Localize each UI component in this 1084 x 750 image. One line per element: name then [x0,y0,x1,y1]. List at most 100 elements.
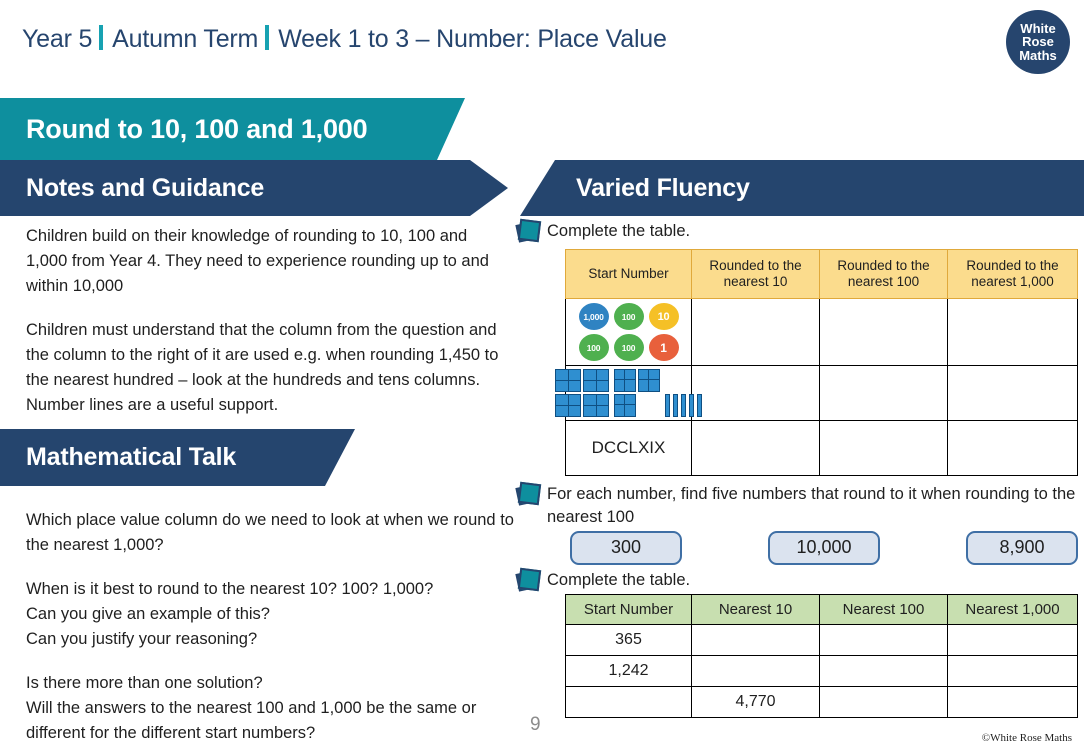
thousand-cube-icon [555,369,581,392]
question-1-text: Complete the table. [547,222,691,240]
thousand-cubes-group [555,369,609,417]
cell-nearest-10[interactable] [691,655,820,687]
table-header-row: Start Number Rounded to the nearest 10 R… [565,249,1078,299]
table-header-row: Start Number Nearest 10 Nearest 100 Near… [565,594,1078,625]
question-2-text: For each number, find five numbers that … [547,485,1076,526]
hundred-flats-group [614,369,660,417]
base-ten-blocks [555,366,702,420]
varied-fluency-table: Start Number Rounded to the nearest 10 R… [555,249,1078,476]
column-header-nearest-10: Rounded to the nearest 10 [691,249,820,299]
cell-answer-nearest-1000[interactable] [947,420,1078,476]
table-row: 1,000 100 10 100 100 1 [565,298,1078,366]
table-row: DCCLXIX [565,420,1078,476]
hundred-flat-icon [638,369,660,392]
page-number: 9 [530,714,541,735]
talk-paragraph-1: Which place value column do we need to l… [26,511,514,554]
table-row: 4,770 [565,686,1078,718]
question-3-text: Complete the table. [547,571,691,589]
cell-start-number-blocks [555,365,702,421]
mathematical-talk-text: Which place value column do we need to l… [26,508,526,746]
cell-answer-nearest-10[interactable] [691,420,820,476]
cell-answer-nearest-10[interactable] [691,298,820,366]
column-header-start-number: Start Number [565,249,692,299]
place-value-counter-1000: 1,000 [578,303,609,330]
cell-nearest-1000[interactable] [947,624,1078,656]
notes-and-guidance-banner: Notes and Guidance [0,160,508,216]
cell-nearest-10[interactable] [691,624,820,656]
number-box-3[interactable]: 8,900 [966,531,1078,565]
cell-nearest-100[interactable] [819,655,948,687]
cell-answer-nearest-100[interactable] [819,365,948,421]
cell-nearest-10: 4,770 [691,686,820,718]
ten-stick-icon [689,394,694,417]
cell-answer-nearest-100[interactable] [819,298,948,366]
ten-stick-icon [681,394,686,417]
ten-stick-icon [665,394,670,417]
hundred-flat-icon [614,369,636,392]
cell-answer-nearest-10[interactable] [691,365,820,421]
header-term: Autumn Term [112,25,259,53]
cell-start-number-counters: 1,000 100 10 100 100 1 [565,298,692,366]
column-header-nearest-10: Nearest 10 [691,594,820,625]
column-header-nearest-1000: Rounded to the nearest 1,000 [947,249,1078,299]
ten-sticks-group [665,394,702,417]
number-boxes-group: 300 10,000 8,900 [570,531,1078,565]
bullet-square-icon [516,569,538,591]
varied-fluency-banner: Varied Fluency [520,160,1084,216]
table-row: 365 [565,624,1078,656]
question-2: For each number, find five numbers that … [516,483,1076,529]
column-header-nearest-1000: Nearest 1,000 [947,594,1078,625]
ten-stick-icon [673,394,678,417]
question-3: Complete the table. [516,569,1076,592]
question-1: Complete the table. [516,220,1076,243]
logo-line-3: Maths [1019,47,1057,63]
table-row [555,365,1078,421]
thousand-cube-icon [583,369,609,392]
copyright-notice: ©White Rose Maths [981,732,1072,744]
cell-answer-nearest-1000[interactable] [947,365,1078,421]
number-box-1[interactable]: 300 [570,531,682,565]
white-rose-maths-logo: White Rose Maths [1006,10,1070,74]
cell-start-number: 365 [565,624,692,656]
talk-paragraph-2: When is it best to round to the nearest … [26,580,434,648]
lesson-title-banner: Round to 10, 100 and 1,000 [0,98,465,160]
cell-answer-nearest-100[interactable] [819,420,948,476]
header-divider-1 [99,25,104,50]
number-box-2[interactable]: 10,000 [768,531,880,565]
notes-and-guidance-text: Children build on their knowledge of rou… [26,224,502,418]
ten-stick-icon [697,394,702,417]
rounding-practice-table: Start Number Nearest 10 Nearest 100 Near… [565,594,1078,718]
header-divider-2 [265,25,270,50]
column-header-start-number: Start Number [565,594,692,625]
bullet-square-icon [516,220,538,242]
place-value-counter-10: 10 [648,303,679,330]
table-row: 1,242 [565,655,1078,687]
place-value-counter-100: 100 [613,334,644,361]
place-value-counter-100: 100 [613,303,644,330]
cell-start-number: 1,242 [565,655,692,687]
cell-nearest-100[interactable] [819,624,948,656]
cell-nearest-1000[interactable] [947,655,1078,687]
talk-paragraph-3: Is there more than one solution? Will th… [26,674,477,742]
cell-nearest-100[interactable] [819,686,948,718]
place-value-counter-100: 100 [578,334,609,361]
place-value-counters: 1,000 100 10 100 100 1 [578,299,679,365]
bullet-square-icon [516,483,538,505]
cell-start-number-roman: DCCLXIX [565,420,692,476]
cell-start-number[interactable] [565,686,692,718]
page-header: Year 5 Autumn Term Week 1 to 3 – Number:… [22,22,667,54]
logo-line-2: Rose [1007,34,1069,50]
header-year: Year 5 [22,25,93,53]
header-topic: Week 1 to 3 – Number: Place Value [278,25,667,53]
hundred-flat-icon [614,394,636,417]
notes-paragraph-1: Children build on their knowledge of rou… [26,227,489,295]
cell-nearest-1000[interactable] [947,686,1078,718]
cell-answer-nearest-1000[interactable] [947,298,1078,366]
notes-paragraph-2: Children must understand that the column… [26,321,499,414]
mathematical-talk-banner: Mathematical Talk [0,429,355,486]
logo-line-1: White [1020,20,1056,36]
thousand-cube-icon [555,394,581,417]
column-header-nearest-100: Rounded to the nearest 100 [819,249,948,299]
thousand-cube-icon [583,394,609,417]
place-value-counter-1: 1 [648,334,679,361]
